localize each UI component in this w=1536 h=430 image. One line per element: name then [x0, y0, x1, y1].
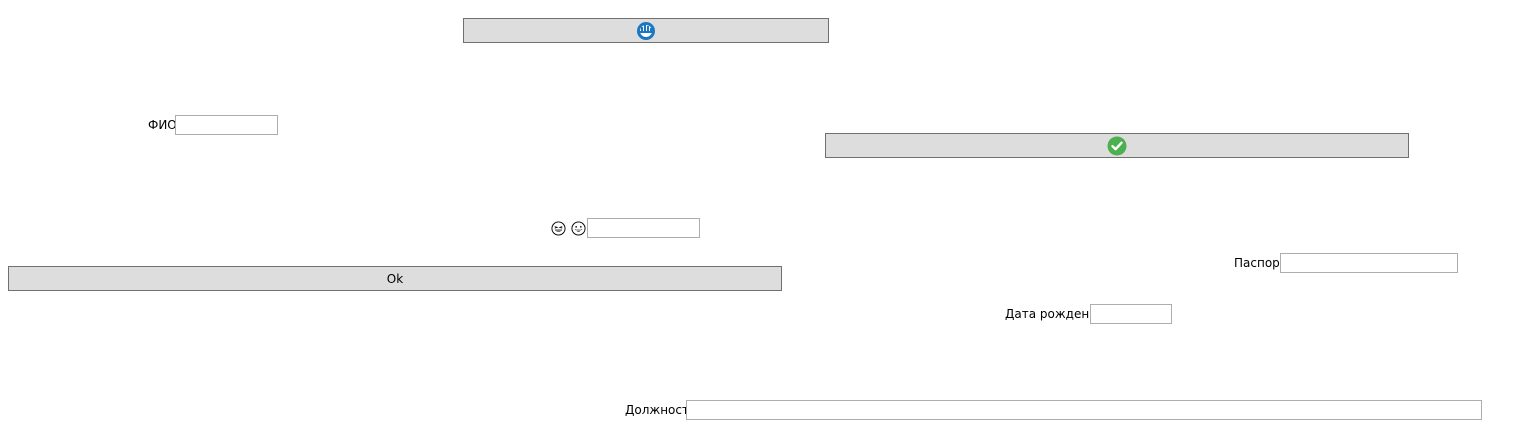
green-check-icon — [1107, 136, 1127, 156]
fio-field[interactable] — [175, 115, 278, 135]
refresh-button[interactable] — [463, 18, 829, 43]
passport-field[interactable] — [1280, 253, 1458, 273]
emoji-label — [551, 218, 586, 238]
ok-button[interactable]: Ok — [8, 266, 782, 291]
blue-refresh-icon — [636, 21, 656, 41]
fio-label: ФИО — [148, 118, 177, 132]
position-field[interactable] — [686, 400, 1482, 420]
window-content: ФИО Ok Паспорт Дата рождения Должность — [0, 0, 1536, 430]
grinning-face-icon — [571, 220, 586, 236]
birth-date-field[interactable] — [1090, 304, 1172, 324]
confirm-button[interactable] — [825, 133, 1409, 158]
ok-button-label: Ok — [386, 271, 404, 286]
laughing-face-icon — [551, 220, 566, 236]
passport-label: Паспорт — [1234, 256, 1287, 270]
emoji-field[interactable] — [587, 218, 700, 238]
